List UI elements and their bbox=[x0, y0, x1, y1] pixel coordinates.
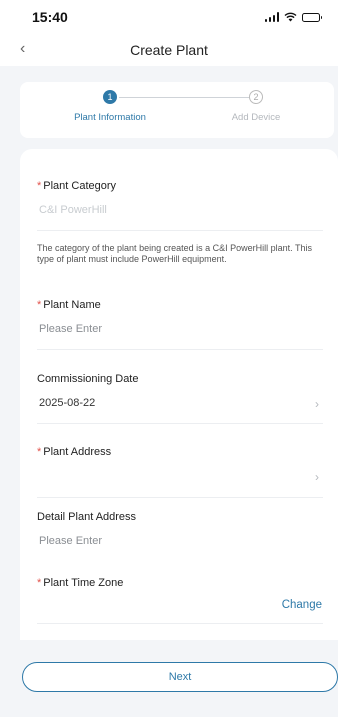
detail-address-input[interactable]: Please Enter bbox=[37, 535, 323, 547]
next-button[interactable]: Next bbox=[22, 662, 338, 692]
step-plant-information: 1 Plant Information bbox=[50, 90, 170, 123]
divider bbox=[37, 349, 323, 350]
status-bar: 15:40 bbox=[0, 0, 338, 34]
page-title: Create Plant bbox=[130, 42, 208, 58]
plant-category-label-text: Plant Category bbox=[43, 180, 117, 192]
divider bbox=[37, 497, 323, 498]
plant-category-value: C&I PowerHill bbox=[39, 204, 107, 216]
status-icons bbox=[264, 12, 322, 22]
plant-address-label-text: Plant Address bbox=[43, 446, 112, 458]
step-number: 1 bbox=[103, 90, 117, 104]
commissioning-date-value[interactable]: 2025-08-22 bbox=[37, 397, 323, 409]
plant-form: * Plant Category C&I PowerHill The catego… bbox=[20, 149, 338, 689]
divider bbox=[37, 423, 323, 424]
detail-address-label: Detail Plant Address bbox=[37, 511, 137, 523]
chevron-right-icon: › bbox=[315, 397, 319, 411]
time-zone-label-text: Plant Time Zone bbox=[43, 577, 124, 589]
wifi-icon bbox=[284, 12, 297, 22]
time-zone-field: * Plant Time Zone bbox=[37, 577, 323, 589]
divider bbox=[37, 623, 323, 624]
required-marker: * bbox=[37, 446, 42, 458]
status-time: 15:40 bbox=[32, 9, 68, 25]
commissioning-date-label: Commissioning Date bbox=[37, 373, 139, 385]
change-time-zone-link[interactable]: Change bbox=[282, 599, 322, 611]
cellular-signal-icon bbox=[264, 12, 279, 22]
bottom-bar: Next bbox=[0, 640, 338, 717]
required-marker: * bbox=[37, 577, 42, 589]
chevron-right-icon[interactable]: › bbox=[315, 470, 319, 484]
plant-name-input[interactable]: Please Enter bbox=[37, 323, 323, 335]
chevron-left-icon[interactable]: ‹ bbox=[20, 40, 25, 58]
plant-address-label: * Plant Address bbox=[37, 446, 323, 458]
plant-name-label-text: Plant Name bbox=[43, 299, 101, 311]
plant-name-label: * Plant Name bbox=[37, 299, 323, 311]
battery-icon bbox=[302, 12, 322, 22]
step-number: 2 bbox=[249, 90, 263, 104]
step-add-device: 2 Add Device bbox=[196, 90, 316, 123]
plant-address-field[interactable]: * Plant Address › bbox=[37, 446, 323, 484]
nav-bar: ‹ Create Plant bbox=[0, 34, 338, 66]
plant-category-label: * Plant Category bbox=[37, 180, 323, 192]
plant-category-note: The category of the plant being created … bbox=[37, 243, 312, 264]
step-label: Plant Information bbox=[74, 112, 146, 123]
plant-category-field: * Plant Category C&I PowerHill bbox=[37, 180, 323, 216]
required-marker: * bbox=[37, 299, 42, 311]
divider bbox=[37, 230, 323, 231]
required-marker: * bbox=[37, 180, 42, 192]
plant-name-field[interactable]: * Plant Name Please Enter bbox=[37, 299, 323, 335]
commissioning-date-field[interactable]: Commissioning Date 2025-08-22 › bbox=[37, 373, 323, 411]
step-label: Add Device bbox=[231, 112, 281, 123]
detail-address-field[interactable]: Detail Plant Address Please Enter bbox=[37, 511, 323, 547]
time-zone-label: * Plant Time Zone bbox=[37, 577, 323, 589]
stepper: 1 Plant Information 2 Add Device bbox=[20, 82, 334, 138]
